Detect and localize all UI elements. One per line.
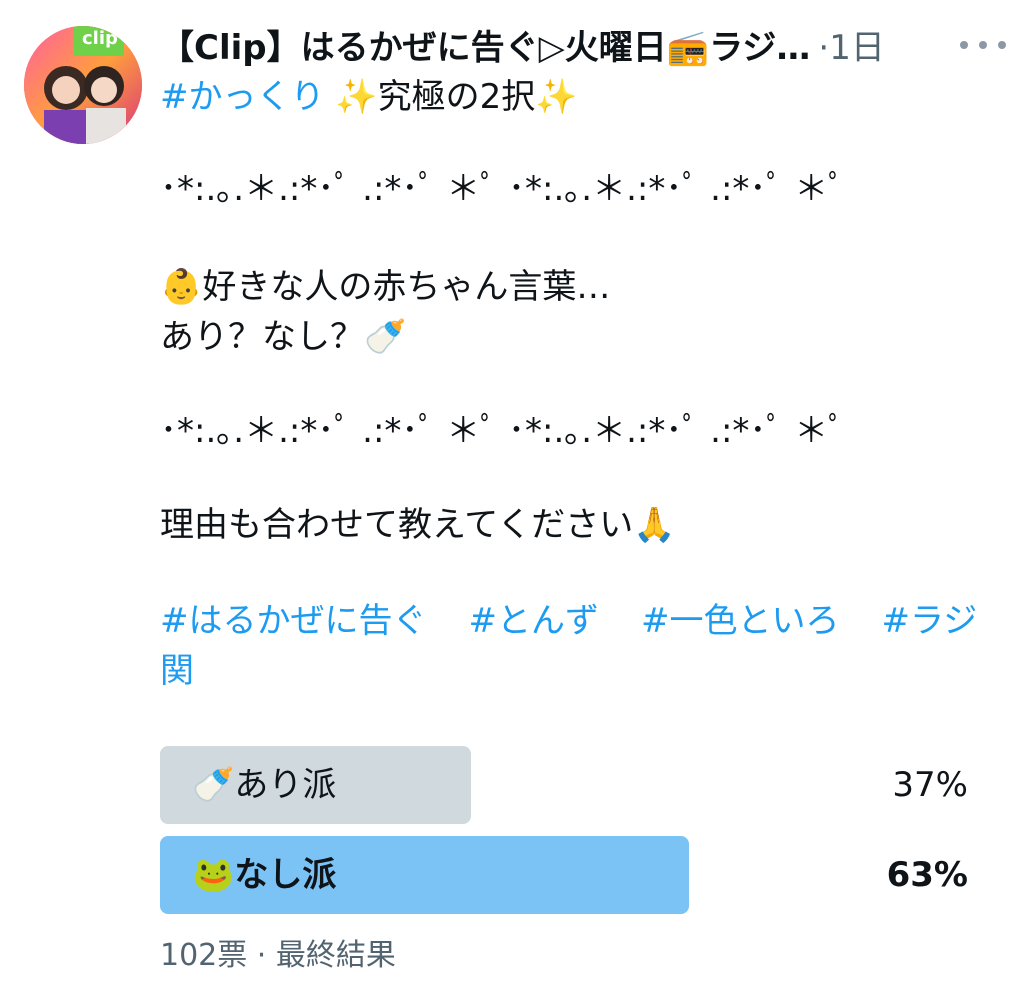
tweet-divider-2: ･*:.｡.＊.:*･ﾟ .:*･ﾟ ＊ﾟ ･*:.｡.＊.:*･ﾟ .:*･ﾟ… <box>160 411 846 451</box>
avatar-badge: clip <box>82 28 118 49</box>
hashtag-list: #はるかぜに告ぐ #とんず #一色といろ #ラジ 関 <box>160 596 1000 696</box>
poll-percent-ari: 37% <box>892 765 968 805</box>
tweet-line-2: 👶好きな人の赤ちゃん言葉… <box>160 267 611 307</box>
poll: 🍼あり派 37% 🐸なし派 63% <box>160 746 970 926</box>
poll-option: 🐸なし派 63% <box>160 836 970 914</box>
tweet-divider-1: ･*:.｡.＊.:*･ﾟ .:*･ﾟ ＊ﾟ ･*:.｡.＊.:*･ﾟ .:*･ﾟ… <box>160 169 846 209</box>
tweet-header: 【Clip】はるかぜに告ぐ▷火曜日📻ラジ… ·1日 <box>160 18 1000 70</box>
tweet-content: 【Clip】はるかぜに告ぐ▷火曜日📻ラジ… ·1日 #かっくり ✨究極の2択✨ … <box>160 18 1000 696</box>
poll-label-ari: 🍼あり派 <box>192 765 337 805</box>
hashtag-raji[interactable]: #ラジ <box>882 601 978 641</box>
tweet-time[interactable]: ·1日 <box>818 20 884 69</box>
avatar[interactable]: clip <box>24 26 142 144</box>
hashtag-tonzu[interactable]: #とんず <box>469 601 600 641</box>
tweet-line-3: あり？なし？🍼 <box>160 317 407 357</box>
more-options-icon[interactable] <box>960 36 1006 54</box>
hashtag-raji-continued[interactable]: 関 <box>160 646 1000 696</box>
poll-option: 🍼あり派 37% <box>160 746 970 824</box>
hashtag-harukaze[interactable]: #はるかぜに告ぐ <box>160 601 427 641</box>
poll-percent-nashi: 63% <box>886 855 968 895</box>
tweet-line-4: 理由も合わせて教えてください🙏 <box>160 505 676 545</box>
tweet-line-1-text: ✨究極の2択✨ <box>324 77 578 117</box>
hashtag-kakkuri[interactable]: #かっくり <box>160 77 325 117</box>
tweet-line-1: #かっくり ✨究極の2択✨ <box>160 72 1000 122</box>
poll-label-nashi: 🐸なし派 <box>192 855 337 895</box>
author-name[interactable]: 【Clip】はるかぜに告ぐ▷火曜日📻ラジ… <box>160 20 810 69</box>
poll-footer: 102票 · 最終結果 <box>160 938 396 973</box>
hashtag-isshoku-toiro[interactable]: #一色といろ <box>641 601 840 641</box>
